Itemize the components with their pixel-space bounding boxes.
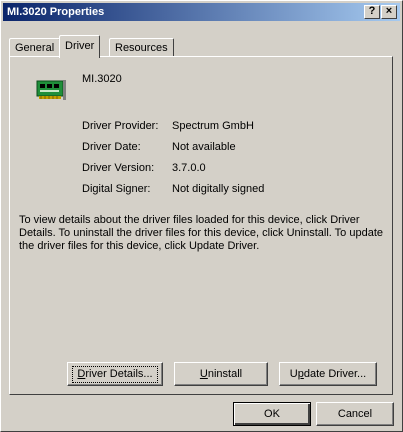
button-label: date Driver... (303, 367, 367, 380)
device-name: MI.3020 (82, 73, 122, 85)
uninstall-button[interactable]: Uninstall (174, 362, 268, 386)
tab-general[interactable]: General (9, 38, 61, 57)
ok-button[interactable]: OK (233, 402, 311, 426)
driver-provider-value: Spectrum GmbH (172, 120, 254, 132)
driver-details-button[interactable]: Driver Details... (67, 362, 163, 386)
button-label: river Details... (85, 367, 153, 380)
driver-version-value: 3.7.0.0 (172, 162, 206, 174)
title-bar[interactable]: MI.3020 Properties ? × (3, 3, 400, 21)
digital-signer-value: Not digitally signed (172, 183, 265, 195)
button-label: ninstall (207, 367, 243, 380)
driver-version-label: Driver Version: (82, 162, 155, 174)
tab-driver[interactable]: Driver (59, 35, 101, 58)
properties-dialog: MI.3020 Properties ? × General Driver Re… (0, 0, 403, 432)
driver-tab-panel: MI.3020 Driver Provider: Spectrum GmbH D… (9, 56, 393, 395)
help-button[interactable]: ? (364, 5, 380, 19)
driver-description: To view details about the driver files l… (19, 214, 383, 252)
focus-rect: Driver Details... (72, 365, 158, 383)
driver-date-label: Driver Date: (82, 141, 141, 153)
driver-date-value: Not available (172, 141, 236, 153)
tab-resources[interactable]: Resources (109, 38, 174, 57)
button-label-prefix: U (289, 367, 298, 380)
update-driver-button[interactable]: Update Driver... (279, 362, 377, 386)
driver-provider-label: Driver Provider: (82, 120, 159, 132)
pci-card-icon (36, 80, 66, 100)
digital-signer-label: Digital Signer: (82, 183, 151, 195)
close-button[interactable]: × (381, 5, 397, 19)
mnemonic: U (199, 367, 208, 380)
cancel-button[interactable]: Cancel (316, 402, 394, 426)
window-title: MI.3020 Properties (7, 6, 105, 18)
